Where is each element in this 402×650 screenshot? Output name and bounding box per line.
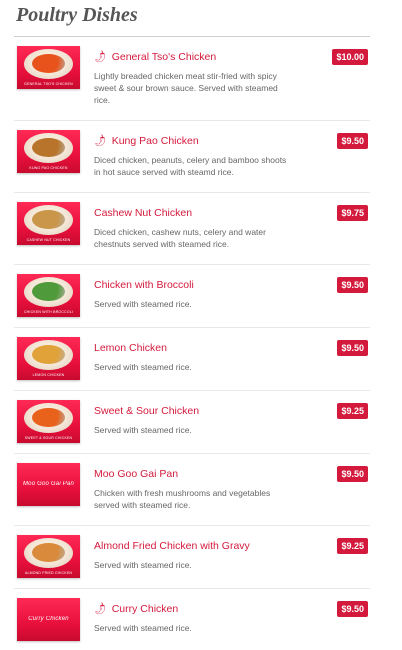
menu-item[interactable]: Moo Goo Gai Pan Moo Goo Gai Pan Chicken … <box>14 454 370 526</box>
dish-name[interactable]: Lemon Chicken <box>94 342 167 354</box>
price-badge: $10.00 <box>332 49 368 65</box>
price-badge: $9.50 <box>337 601 368 617</box>
dish-description: Served with steamed rice. <box>94 299 192 309</box>
price-badge: $9.50 <box>337 133 368 149</box>
dish-name[interactable]: Sweet & Sour Chicken <box>94 405 199 417</box>
dish-name[interactable]: Almond Fried Chicken with Gravy <box>94 540 250 552</box>
section-title: Poultry Dishes <box>16 4 138 26</box>
menu-item[interactable]: GENERAL TSO'S CHICKEN 🌶 General Tso's Chi… <box>14 37 370 121</box>
chili-pepper-icon: 🌶 <box>92 602 109 617</box>
dish-description: Served with steamed rice. <box>94 362 192 372</box>
dish-description: Diced chicken, peanuts, celery and bambo… <box>94 155 287 177</box>
dish-image[interactable]: KUNG PAO CHICKEN <box>17 130 80 173</box>
price-badge: $9.25 <box>337 403 368 419</box>
menu-item[interactable]: CHICKEN WITH BROCCOLI Chicken with Brocc… <box>14 265 370 328</box>
menu-item-list: GENERAL TSO'S CHICKEN 🌶 General Tso's Chi… <box>0 37 402 649</box>
dish-description: Served with steamed rice. <box>94 623 192 633</box>
dish-image[interactable]: Curry Chicken <box>17 598 80 641</box>
dish-description: Diced chicken, cashew nuts, celery and w… <box>94 227 266 249</box>
dish-name[interactable]: 🌶 Curry Chicken <box>92 602 179 617</box>
menu-item[interactable]: SWEET & SOUR CHICKEN Sweet & Sour Chicke… <box>14 391 370 454</box>
dish-image[interactable]: GENERAL TSO'S CHICKEN <box>17 46 80 89</box>
chili-pepper-icon: 🌶 <box>92 50 109 65</box>
dish-description: Served with steamed rice. <box>94 560 192 570</box>
dish-name[interactable]: 🌶 Kung Pao Chicken <box>92 134 199 149</box>
menu-item[interactable]: CASHEW NUT CHICKEN Cashew Nut Chicken Di… <box>14 193 370 265</box>
dish-image[interactable]: CASHEW NUT CHICKEN <box>17 202 80 245</box>
dish-image[interactable]: ALMOND FRIED CHICKEN <box>17 535 80 578</box>
dish-image[interactable]: LEMON CHICKEN <box>17 337 80 380</box>
menu-item[interactable]: ALMOND FRIED CHICKEN Almond Fried Chicke… <box>14 526 370 589</box>
dish-description: Lightly breaded chicken meat stir-fried … <box>94 71 278 105</box>
dish-name[interactable]: 🌶 General Tso's Chicken <box>92 50 217 65</box>
menu-item[interactable]: KUNG PAO CHICKEN 🌶 Kung Pao Chicken Diced… <box>14 121 370 193</box>
dish-image[interactable]: SWEET & SOUR CHICKEN <box>17 400 80 443</box>
dish-image[interactable]: CHICKEN WITH BROCCOLI <box>17 274 80 317</box>
dish-description: Chicken with fresh mushrooms and vegetab… <box>94 488 271 510</box>
price-badge: $9.75 <box>337 205 368 221</box>
dish-name[interactable]: Moo Goo Gai Pan <box>94 468 178 480</box>
dish-description: Served with steamed rice. <box>94 425 192 435</box>
chili-pepper-icon: 🌶 <box>92 134 109 149</box>
price-badge: $9.50 <box>337 340 368 356</box>
dish-name[interactable]: Chicken with Broccoli <box>94 279 194 291</box>
price-badge: $9.50 <box>337 277 368 293</box>
menu-item[interactable]: Curry Chicken 🌶 Curry Chicken Served with… <box>14 589 370 649</box>
price-badge: $9.50 <box>337 466 368 482</box>
dish-name[interactable]: Cashew Nut Chicken <box>94 207 192 219</box>
dish-image[interactable]: Moo Goo Gai Pan <box>17 463 80 506</box>
price-badge: $9.25 <box>337 538 368 554</box>
menu-item[interactable]: LEMON CHICKEN Lemon Chicken Served with … <box>14 328 370 391</box>
